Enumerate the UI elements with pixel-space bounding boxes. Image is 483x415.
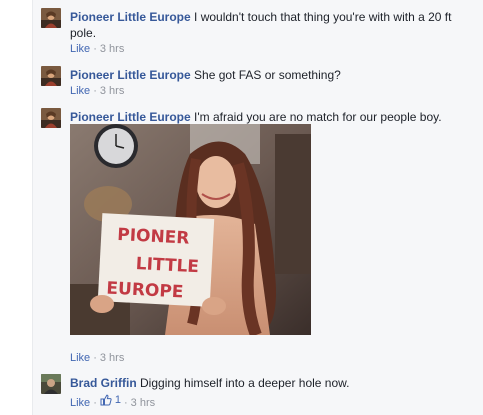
avatar-icon[interactable] — [41, 108, 61, 128]
comment-thread: Pioneer Little Europe I wouldn't touch t… — [32, 0, 483, 415]
comment-text: Digging himself into a deeper hole now. — [140, 376, 350, 390]
photo-image: PIONER LITTLE EUROPE — [70, 124, 311, 335]
comment-actions: Like · 3 hrs — [70, 42, 124, 56]
like-link[interactable]: Like — [70, 352, 90, 364]
separator-dot: · — [93, 352, 97, 364]
like-count: 1 — [114, 394, 121, 406]
separator-dot: · — [123, 397, 128, 409]
comment-item: Pioneer Little Europe She got FAS or som… — [41, 66, 477, 100]
comment-item: Brad Griffin Digging himself into a deep… — [41, 374, 477, 410]
comment-body: Pioneer Little Europe I wouldn't touch t… — [70, 9, 477, 41]
comment-body: Pioneer Little Europe I'm afraid you are… — [70, 109, 477, 125]
sign-line-2: LITTLE — [135, 254, 199, 277]
timestamp-link[interactable]: 3 hrs — [131, 397, 155, 409]
comment-body: Pioneer Little Europe She got FAS or som… — [70, 67, 477, 83]
comment-author-link[interactable]: Pioneer Little Europe — [70, 68, 191, 82]
avatar-icon[interactable] — [41, 8, 61, 28]
thumbs-up-icon — [100, 394, 112, 406]
timestamp-link[interactable]: 3 hrs — [100, 85, 124, 97]
comment-photo[interactable]: PIONER LITTLE EUROPE — [70, 124, 311, 335]
timestamp-link[interactable]: 3 hrs — [100, 352, 124, 364]
sign-line-1: PIONER — [117, 225, 190, 249]
comment-item: Pioneer Little Europe I'm afraid you are… — [41, 108, 477, 368]
avatar-icon[interactable] — [41, 374, 61, 394]
comment-actions: Like · 3 hrs — [70, 351, 124, 365]
separator-dot: · — [93, 85, 97, 97]
like-link[interactable]: Like — [70, 85, 90, 97]
comment-author-link[interactable]: Brad Griffin — [70, 376, 137, 390]
avatar-icon[interactable] — [41, 66, 61, 86]
like-count-link[interactable]: 1 — [100, 393, 121, 407]
separator-dot: · — [93, 397, 97, 409]
comment-actions: Like · 3 hrs — [70, 84, 124, 98]
comment-actions: Like · 1 · 3 hrs — [70, 393, 155, 410]
separator-dot: · — [93, 43, 97, 55]
timestamp-link[interactable]: 3 hrs — [100, 43, 124, 55]
comment-text: She got FAS or something? — [194, 68, 341, 82]
comment-body: Brad Griffin Digging himself into a deep… — [70, 375, 477, 391]
comment-author-link[interactable]: Pioneer Little Europe — [70, 10, 191, 24]
comment-author-link[interactable]: Pioneer Little Europe — [70, 110, 191, 124]
like-link[interactable]: Like — [70, 43, 90, 55]
comment-text: I'm afraid you are no match for our peop… — [194, 110, 442, 124]
like-link[interactable]: Like — [70, 397, 90, 409]
sign-line-3: EUROPE — [106, 278, 184, 302]
comment-item: Pioneer Little Europe I wouldn't touch t… — [41, 8, 477, 56]
